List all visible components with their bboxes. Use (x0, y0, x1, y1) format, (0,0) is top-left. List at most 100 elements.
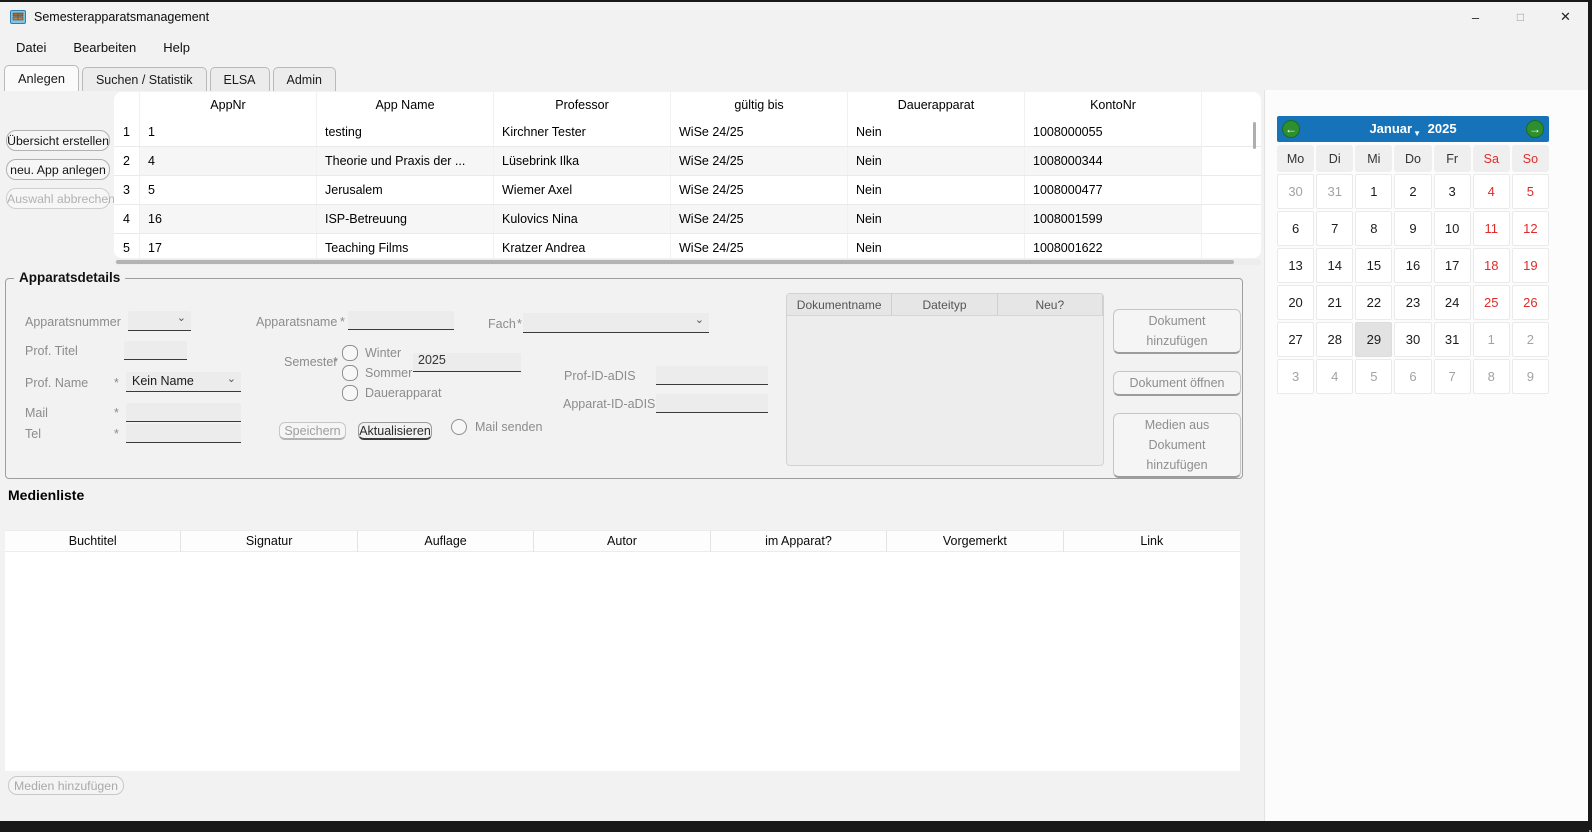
calendar-month[interactable]: Januar (1369, 121, 1412, 136)
fach-select[interactable]: ⌄ (523, 313, 709, 333)
aktualisieren-button[interactable]: Aktualisieren (358, 422, 432, 440)
apps-col-g-ltig-bis[interactable]: gültig bis (671, 92, 848, 118)
tab-elsa[interactable]: ELSA (210, 67, 270, 91)
media-col-signatur[interactable]: Signatur (181, 531, 357, 552)
calendar-day[interactable]: 16 (1394, 248, 1431, 283)
semester-year-field[interactable]: 2025 (413, 353, 521, 372)
calendar-day[interactable]: 9 (1394, 211, 1431, 246)
calendar-day[interactable]: 23 (1394, 285, 1431, 320)
calendar-day[interactable]: 24 (1434, 285, 1471, 320)
media-col-im-apparat[interactable]: im Apparat? (711, 531, 887, 552)
sommer-radio[interactable] (342, 365, 358, 381)
calendar-day-selected[interactable]: 29 (1355, 322, 1392, 357)
apps-col-kontonr[interactable]: KontoNr (1025, 92, 1202, 118)
maximize-icon[interactable]: □ (1498, 2, 1543, 32)
calendar-day[interactable]: 4 (1316, 359, 1353, 394)
resize-grip[interactable] (1585, 826, 1587, 828)
apps-col-app-name[interactable]: App Name (317, 92, 494, 118)
menu-item-bearbeiten[interactable]: Bearbeiten (73, 40, 136, 55)
mail-field[interactable] (126, 403, 241, 422)
calendar-day[interactable]: 27 (1277, 322, 1314, 357)
calendar-day[interactable]: 7 (1434, 359, 1471, 394)
media-col-vorgemerkt[interactable]: Vorgemerkt (887, 531, 1063, 552)
mail-senden-checkbox[interactable] (451, 419, 467, 435)
calendar-day[interactable]: 9 (1512, 359, 1549, 394)
media-col-buchtitel[interactable]: Buchtitel (5, 531, 181, 552)
table-row[interactable]: 35JerusalemWiemer AxelWiSe 24/25Nein1008… (114, 176, 1261, 205)
apparatsname-field[interactable] (348, 311, 454, 330)
calendar-day[interactable]: 11 (1473, 211, 1510, 246)
tab-anlegen[interactable]: Anlegen (4, 65, 79, 91)
apparatsnummer-select[interactable]: ⌄ (128, 311, 191, 331)
scrollbar-thumb[interactable] (116, 260, 1234, 264)
calendar-day[interactable]: 10 (1434, 211, 1471, 246)
dokument-hinzuf-gen-button[interactable]: Dokument hinzufügen (1113, 309, 1241, 354)
dokument-ffnen-button[interactable]: Dokument öffnen (1113, 371, 1241, 396)
close-icon[interactable]: ✕ (1543, 2, 1588, 32)
calendar-day[interactable]: 1 (1473, 322, 1510, 357)
semester-option-dauerapparat[interactable]: Dauerapparat (342, 383, 441, 403)
menu-item-help[interactable]: Help (163, 40, 190, 55)
prof-id-adis-field[interactable] (656, 366, 768, 385)
calendar-day[interactable]: 18 (1473, 248, 1510, 283)
calendar-day[interactable]: 3 (1434, 174, 1471, 209)
dauerapparat-radio[interactable] (342, 385, 358, 401)
calendar-day[interactable]: 8 (1473, 359, 1510, 394)
winter-radio[interactable] (342, 345, 358, 361)
doc-col-dokumentname[interactable]: Dokumentname (787, 294, 892, 315)
prof-name-select[interactable]: Kein Name⌄ (126, 372, 241, 392)
media-col-autor[interactable]: Autor (534, 531, 710, 552)
calendar-day[interactable]: 3 (1277, 359, 1314, 394)
apparat-id-adis-field[interactable] (656, 394, 768, 413)
calendar-day[interactable]: 28 (1316, 322, 1353, 357)
prof-titel-field[interactable] (124, 341, 187, 360)
calendar-day[interactable]: 6 (1277, 211, 1314, 246)
mail-senden-option[interactable]: Mail senden (451, 419, 542, 435)
calendar-day[interactable]: 2 (1512, 322, 1549, 357)
calendar-month-year[interactable]: Januar▼ 2025 (1369, 121, 1456, 138)
table-row[interactable]: 24Theorie und Praxis der ...Lüsebrink Il… (114, 147, 1261, 176)
apps-table-horizontal-scrollbar[interactable] (114, 259, 1261, 265)
calendar-day[interactable]: 30 (1277, 174, 1314, 209)
calendar-day[interactable]: 5 (1355, 359, 1392, 394)
calendar-day[interactable]: 31 (1316, 174, 1353, 209)
calendar-day[interactable]: 26 (1512, 285, 1549, 320)
doc-col-dateityp[interactable]: Dateityp (892, 294, 997, 315)
apps-table-vertical-scrollbar[interactable] (1253, 122, 1256, 149)
minimize-icon[interactable]: – (1453, 2, 1498, 32)
medien-aus-dokument-hinzuf-gen-button[interactable]: Medien aus Dokument hinzufügen (1113, 413, 1241, 478)
calendar-day[interactable]: 17 (1434, 248, 1471, 283)
calendar-day[interactable]: 21 (1316, 285, 1353, 320)
apps-col-professor[interactable]: Professor (494, 92, 671, 118)
tel-field[interactable] (126, 424, 241, 443)
medien-hinzufuegen-button[interactable]: Medien hinzufügen (8, 776, 124, 795)
calendar-day[interactable]: 30 (1394, 322, 1431, 357)
calendar-day[interactable]: 25 (1473, 285, 1510, 320)
calendar-day[interactable]: 12 (1512, 211, 1549, 246)
calendar-day[interactable]: 20 (1277, 285, 1314, 320)
doc-col-neu[interactable]: Neu? (998, 294, 1103, 315)
calendar-day[interactable]: 7 (1316, 211, 1353, 246)
calendar-day[interactable]: 14 (1316, 248, 1353, 283)
calendar-day[interactable]: 31 (1434, 322, 1471, 357)
tab-admin[interactable]: Admin (273, 67, 336, 91)
table-row[interactable]: 517Teaching FilmsKratzer AndreaWiSe 24/2… (114, 234, 1261, 258)
speichern-button[interactable]: Speichern (279, 422, 346, 440)
calendar-next-month-icon[interactable]: → (1526, 120, 1544, 138)
table-row[interactable]: 416ISP-BetreuungKulovics NinaWiSe 24/25N… (114, 205, 1261, 234)
table-row[interactable]: 11testingKirchner TesterWiSe 24/25Nein10… (114, 118, 1261, 147)
bersicht-erstellen-button[interactable]: Übersicht erstellen (6, 130, 110, 151)
apps-col-dauerapparat[interactable]: Dauerapparat (848, 92, 1025, 118)
calendar-day[interactable]: 6 (1394, 359, 1431, 394)
menu-item-datei[interactable]: Datei (16, 40, 46, 55)
media-col-link[interactable]: Link (1064, 531, 1240, 552)
media-col-auflage[interactable]: Auflage (358, 531, 534, 552)
calendar-day[interactable]: 1 (1355, 174, 1392, 209)
tab-suchen-statistik[interactable]: Suchen / Statistik (82, 67, 207, 91)
calendar-day[interactable]: 15 (1355, 248, 1392, 283)
calendar-day[interactable]: 2 (1394, 174, 1431, 209)
calendar-day[interactable]: 19 (1512, 248, 1549, 283)
calendar-day[interactable]: 4 (1473, 174, 1510, 209)
neu-app-anlegen-button[interactable]: neu. App anlegen (6, 159, 110, 180)
calendar-day[interactable]: 5 (1512, 174, 1549, 209)
